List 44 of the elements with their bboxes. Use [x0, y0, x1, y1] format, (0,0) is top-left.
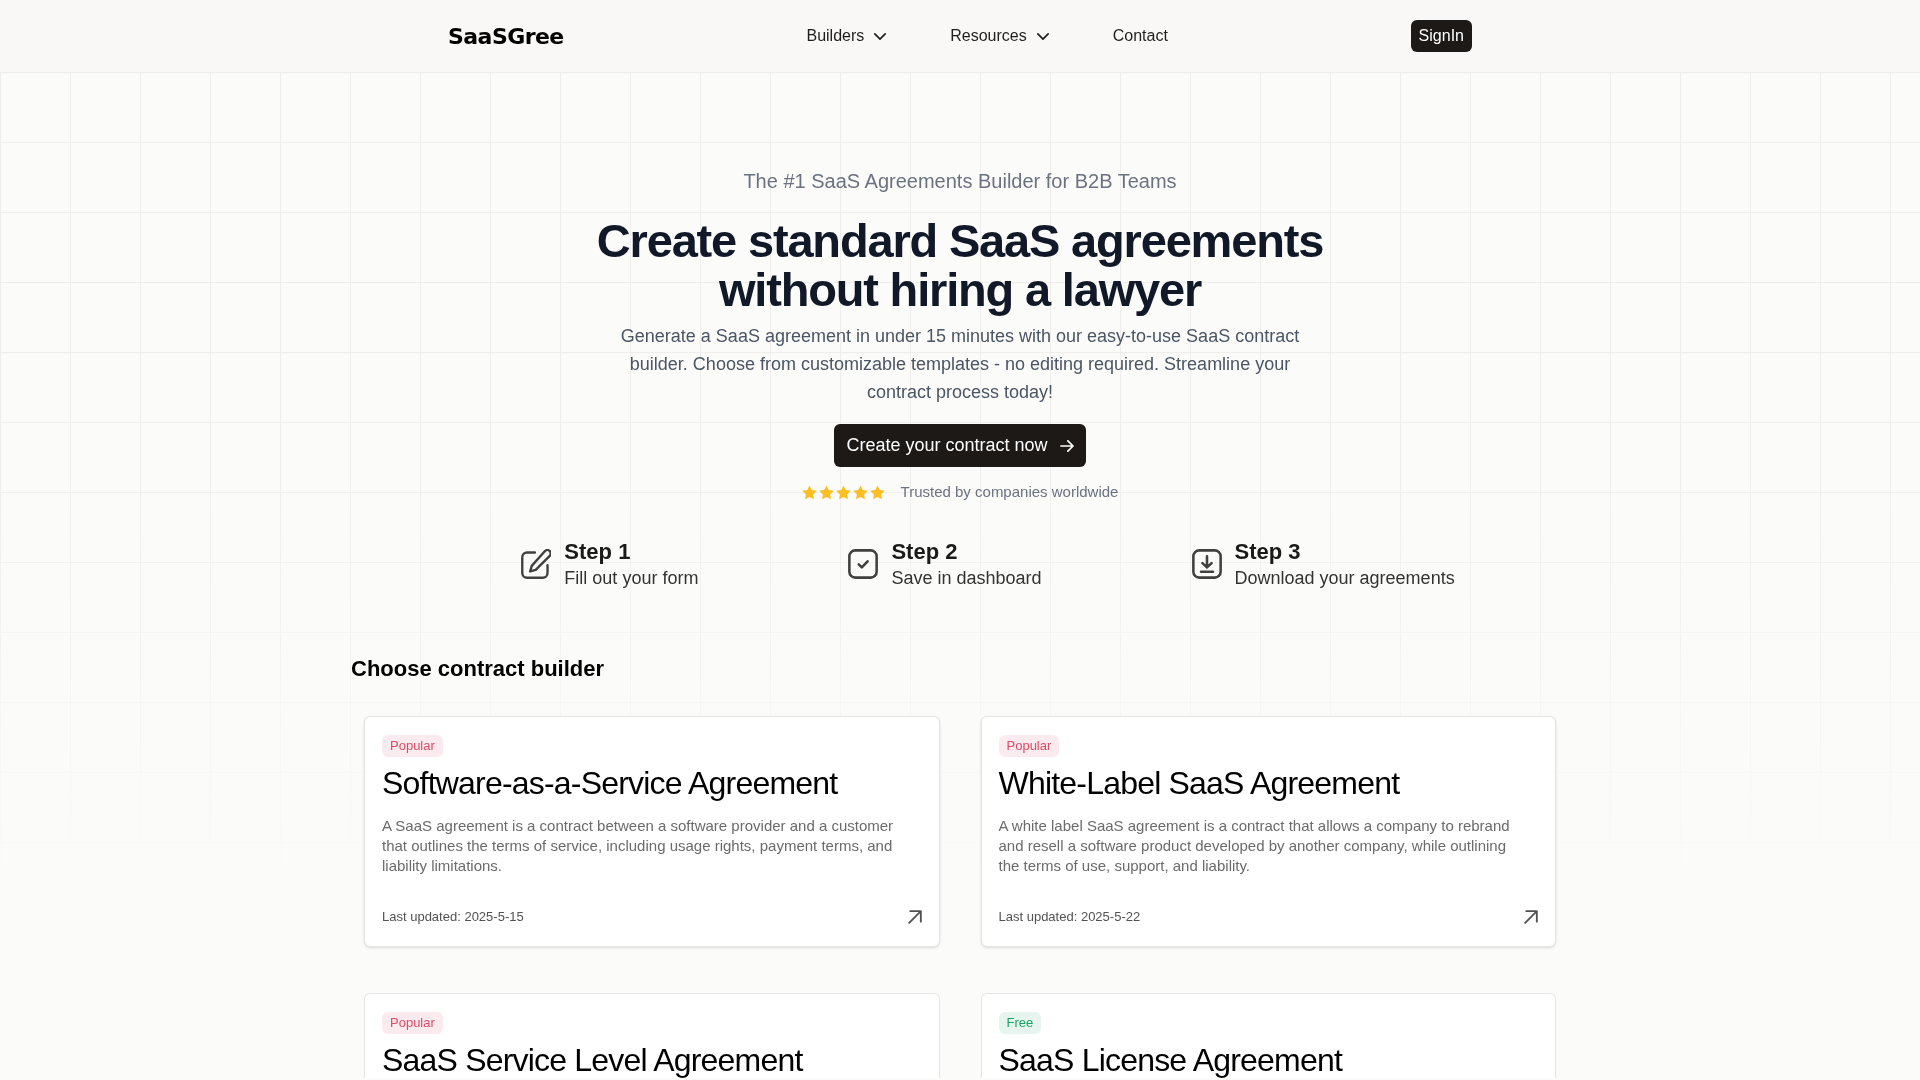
badge: Popular — [382, 1012, 443, 1034]
card-description: A SaaS agreement is a contract between a software provider and a customer that outlines the terms of service, including usage rights, payment terms, and liability limitations. — [382, 816, 895, 876]
download-icon — [1191, 549, 1222, 579]
step-title: Step 3 — [1234, 538, 1302, 566]
badge: Popular — [998, 735, 1060, 757]
arrow-up-right-icon — [1524, 910, 1538, 924]
nav-link[interactable]: Builders — [806, 24, 887, 48]
trusted-text: Trusted by companies worldwide — [900, 482, 1119, 502]
last-updated-text: Last updated: 2025-5-15 — [382, 908, 524, 926]
card-title: Software-as-a-Service Agreement — [382, 765, 838, 801]
card-title: SaaS License Agreement — [998, 1042, 1343, 1078]
star-icon — [869, 484, 885, 500]
last-updated-text: Last updated: 2025-5-22 — [998, 908, 1141, 926]
nav-link[interactable]: Resources — [950, 24, 1049, 48]
star-icon — [801, 484, 817, 500]
arrow-up-right-icon — [907, 910, 922, 924]
star-icon — [818, 484, 834, 500]
badge: Free — [998, 1012, 1042, 1034]
star-icon — [835, 484, 851, 500]
step-title: Step 2 — [891, 538, 959, 566]
badge: Popular — [382, 735, 443, 757]
star-icon — [852, 484, 868, 500]
step-description: Download your agreements — [1234, 567, 1455, 590]
headline: Create standard SaaS agreements without hiring a lawyer — [595, 216, 1325, 314]
section-heading: Choose contract builder — [351, 655, 606, 683]
contract-card[interactable]: Free SaaS License Agreement — [980, 993, 1556, 1078]
card-title: SaaS Service Level Agreement — [382, 1042, 803, 1078]
checkbox-icon — [848, 549, 879, 579]
step-description: Fill out your form — [564, 567, 699, 590]
create-contract-button[interactable]: Create your contract now — [834, 424, 1086, 467]
card-title: White-Label SaaS Agreement — [998, 765, 1400, 801]
contract-card[interactable]: Popular SaaS Service Level Agreement — [364, 993, 940, 1078]
tagline: The #1 SaaS Agreements Builder for B2B Teams — [743, 169, 1177, 194]
logo[interactable]: SaaSGree — [448, 19, 564, 53]
hero-description: Generate a SaaS agreement in under 15 minutes with our easy-to-use SaaS contract builder. Choose from customizable templates - no editing required. Streamline your contract process today! — [619, 325, 1301, 404]
contract-card[interactable] — [980, 716, 1556, 947]
sign-in-button[interactable]: SignIn — [1410, 20, 1472, 52]
card-description: A white label SaaS agreement is a contract that allows a company to rebrand and resell a software product developed by another company, while outlining the terms of use, support, and liability. — [998, 816, 1511, 876]
contract-card[interactable] — [364, 716, 940, 947]
step-title: Step 1 — [564, 538, 632, 566]
step-description: Save in dashboard — [891, 567, 1042, 590]
edit-icon — [521, 549, 552, 579]
nav-link[interactable]: Contact — [1112, 24, 1168, 48]
arrow-right-icon — [1059, 439, 1074, 452]
